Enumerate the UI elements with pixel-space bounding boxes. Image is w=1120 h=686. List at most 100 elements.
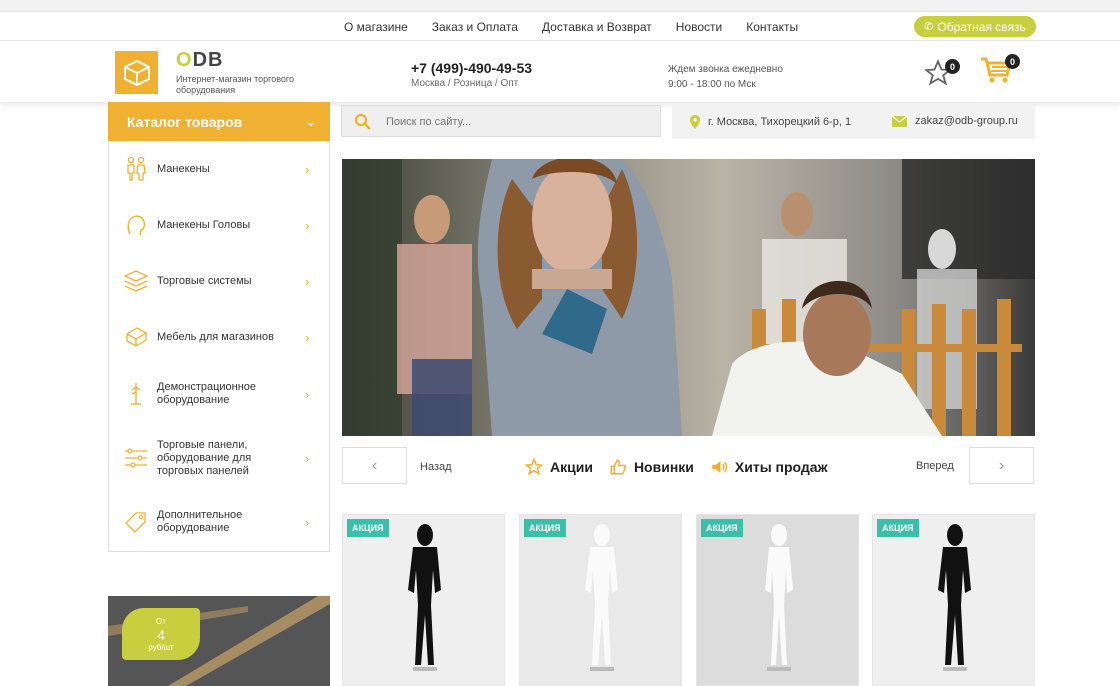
catalog-item-label: Торговые панели, оборудование для торгов… bbox=[157, 438, 252, 477]
promo-tag: АКЦИЯ bbox=[524, 519, 566, 537]
callback-label: Обратная связь bbox=[937, 19, 1026, 34]
chevron-left-icon: ‹ bbox=[371, 456, 378, 474]
catalog-item-label: Манекены bbox=[157, 162, 210, 175]
catalog-item-additional-equipment[interactable]: Дополнительное оборудование › bbox=[109, 509, 329, 535]
product-tabs: Акции Новинки Хиты продаж bbox=[525, 458, 828, 476]
tag-icon bbox=[125, 512, 146, 533]
nav-link-delivery-return[interactable]: Доставка и Возврат bbox=[542, 20, 652, 34]
contact-info-bar: г. Москва, Тихорецкий 6-р, 1 zakaz@odb-g… bbox=[672, 105, 1035, 139]
mannequins-photo bbox=[342, 159, 1035, 436]
catalog-item-trade-panels[interactable]: Торговые панели, оборудование для торгов… bbox=[109, 438, 329, 477]
promo-unit: руб/шт bbox=[148, 643, 174, 652]
product-card[interactable]: АКЦИЯ bbox=[519, 514, 682, 686]
slider-prev-button[interactable]: ‹ bbox=[342, 447, 407, 484]
slider-next-button[interactable]: › bbox=[969, 447, 1034, 484]
search-icon[interactable] bbox=[354, 113, 372, 131]
sliders-icon bbox=[125, 448, 147, 468]
chevron-right-icon: › bbox=[305, 329, 310, 345]
promo-tag: АКЦИЯ bbox=[347, 519, 389, 537]
chevron-right-icon: › bbox=[305, 273, 310, 289]
hanger-stand-icon bbox=[131, 383, 141, 405]
nav-link-contacts[interactable]: Контакты bbox=[746, 20, 798, 34]
search-bar bbox=[341, 105, 661, 137]
map-pin-icon bbox=[690, 115, 700, 129]
tab-bestsellers[interactable]: Хиты продаж bbox=[710, 458, 828, 476]
tab-label: Новинки bbox=[633, 459, 694, 475]
nav-link-about[interactable]: О магазине bbox=[344, 20, 408, 34]
thumbs-up-icon bbox=[610, 459, 626, 475]
working-hours-line2: 9:00 - 18:00 по Мск bbox=[668, 79, 756, 90]
phone-number[interactable]: +7 (499)-490-49-53 bbox=[411, 60, 532, 76]
catalog-item-label: Мебель для магазинов bbox=[157, 330, 274, 343]
catalog-item-mannequins[interactable]: Манекены › bbox=[109, 156, 329, 181]
nav-link-order-payment[interactable]: Заказ и Оплата bbox=[432, 20, 518, 34]
furniture-icon bbox=[125, 327, 148, 347]
top-navigation: О магазине Заказ и Оплата Доставка и Воз… bbox=[0, 12, 1120, 41]
logo-rest: DB bbox=[192, 49, 224, 71]
chevron-right-icon: › bbox=[305, 450, 310, 466]
email[interactable]: zakaz@odb-group.ru bbox=[892, 115, 1018, 127]
product-image-white-child-mannequin bbox=[697, 515, 858, 685]
chevron-right-icon: › bbox=[305, 386, 310, 402]
catalog-item-heads[interactable]: Манекены Головы › bbox=[109, 213, 329, 237]
catalog-item-retail-systems[interactable]: Торговые системы › bbox=[109, 269, 329, 293]
product-card[interactable]: АКЦИЯ bbox=[872, 514, 1035, 686]
catalog-menu: Манекены › Манекены Головы › Торговые си… bbox=[108, 141, 330, 552]
promo-price-badge: От 4 руб/шт bbox=[122, 608, 200, 660]
phone-icon: ✆ bbox=[924, 21, 934, 33]
catalog-item-label: Торговые системы bbox=[157, 274, 252, 287]
chevron-down-icon: ⌄ bbox=[305, 114, 316, 129]
cart-count-badge: 0 bbox=[1005, 54, 1020, 69]
mannequins-icon bbox=[127, 156, 146, 181]
product-image-black-mannequin bbox=[873, 515, 1034, 685]
search-input[interactable] bbox=[386, 113, 646, 131]
logo-icon[interactable] bbox=[115, 51, 158, 94]
product-image-white-mannequin bbox=[520, 515, 681, 685]
product-card[interactable]: АКЦИЯ bbox=[696, 514, 859, 686]
top-strip bbox=[0, 0, 1120, 12]
nav-link-news[interactable]: Новости bbox=[676, 20, 722, 34]
megaphone-icon bbox=[712, 461, 728, 473]
working-hours-line1: Ждем звонка ежедневно bbox=[668, 64, 783, 75]
catalog-item-label: Манекены Головы bbox=[157, 218, 251, 231]
mail-icon bbox=[892, 115, 907, 127]
head-icon bbox=[127, 215, 145, 236]
favorites-button[interactable]: 0 bbox=[924, 57, 960, 87]
product-image-black-mannequin bbox=[343, 515, 504, 685]
cart-button[interactable]: 0 bbox=[979, 53, 1020, 85]
tab-new[interactable]: Новинки bbox=[609, 458, 694, 476]
promo-value: 4 bbox=[157, 627, 165, 643]
tab-label: Хиты продаж bbox=[734, 459, 828, 475]
header: ODB Интернет-магазин торгового оборудова… bbox=[0, 41, 1120, 102]
chevron-right-icon: › bbox=[305, 514, 310, 530]
product-card[interactable]: АКЦИЯ bbox=[342, 514, 505, 686]
chevron-right-icon: › bbox=[998, 456, 1005, 474]
catalog-item-label: Демонстрационное оборудование bbox=[157, 381, 257, 406]
logo-name[interactable]: ODB bbox=[176, 49, 223, 72]
favorites-count-badge: 0 bbox=[945, 59, 960, 74]
slider-next-label[interactable]: Вперед bbox=[916, 460, 954, 472]
promo-tag: АКЦИЯ bbox=[701, 519, 743, 537]
catalog-item-display-equipment[interactable]: Демонстрационное оборудование › bbox=[109, 381, 329, 407]
catalog-item-furniture[interactable]: Мебель для магазинов › bbox=[109, 325, 329, 349]
tab-label: Акции bbox=[550, 459, 593, 475]
star-icon bbox=[525, 458, 543, 476]
catalog-item-label: Дополнительное оборудование bbox=[157, 509, 243, 534]
chevron-right-icon: › bbox=[305, 217, 310, 233]
catalog-header[interactable]: Каталог товаров ⌄ bbox=[108, 102, 330, 141]
slider-prev-label[interactable]: Назад bbox=[420, 461, 452, 473]
callback-button[interactable]: ✆ Обратная связь bbox=[914, 16, 1036, 37]
hero-slider-image[interactable] bbox=[342, 159, 1035, 436]
promo-tag: АКЦИЯ bbox=[877, 519, 919, 537]
catalog-title: Каталог товаров bbox=[127, 113, 243, 130]
logo-subtitle: Интернет-магазин торгового оборудования bbox=[176, 74, 294, 95]
chevron-right-icon: › bbox=[305, 161, 310, 177]
logo-letter: O bbox=[176, 49, 193, 71]
phone-subtitle: Москва / Розница / Опт bbox=[411, 78, 519, 89]
address: г. Москва, Тихорецкий 6-р, 1 bbox=[690, 115, 851, 129]
email-text: zakaz@odb-group.ru bbox=[915, 115, 1018, 127]
working-hours: Ждем звонка ежедневно 9:00 - 18:00 по Мс… bbox=[668, 62, 783, 92]
promo-banner[interactable]: От 4 руб/шт bbox=[108, 596, 330, 686]
promo-from: От bbox=[156, 617, 166, 626]
tab-promotions[interactable]: Акции bbox=[525, 458, 593, 476]
